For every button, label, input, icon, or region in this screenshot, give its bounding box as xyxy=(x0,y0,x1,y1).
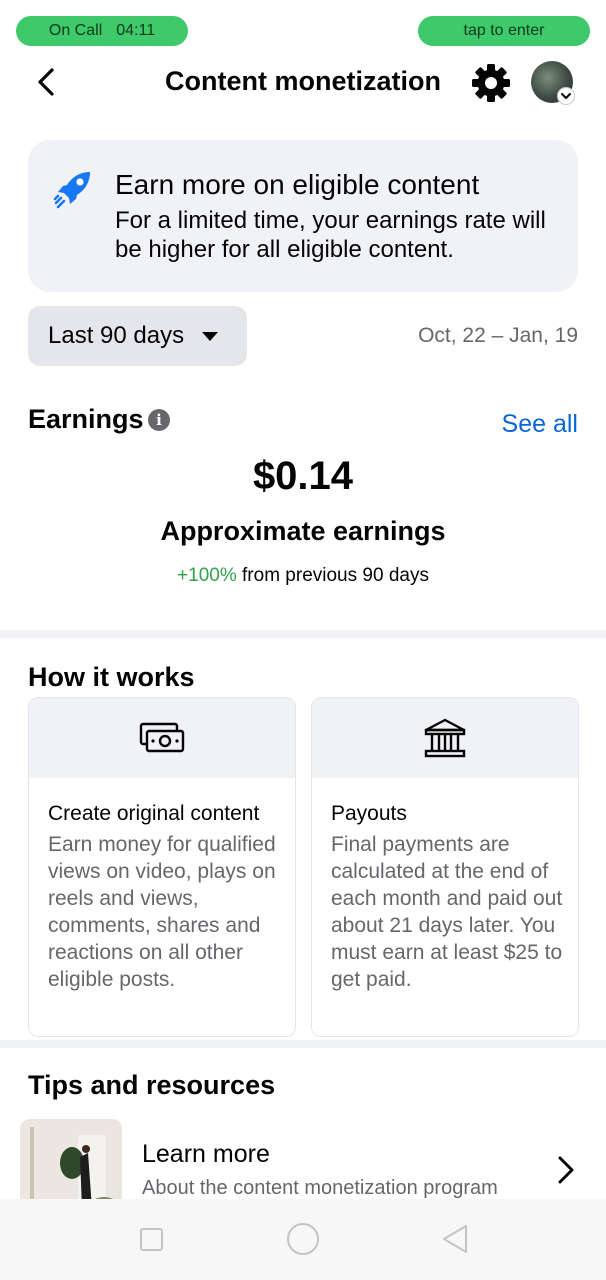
call-label: On Call xyxy=(48,22,103,39)
recents-button[interactable] xyxy=(140,1228,163,1251)
learn-more-thumbnail[interactable] xyxy=(20,1119,122,1209)
learn-more-title[interactable]: Learn more xyxy=(142,1140,270,1169)
card-title: Payouts xyxy=(331,802,407,825)
call-timer: 04:11 xyxy=(116,22,156,39)
create-content-card: Create original content Earn money for q… xyxy=(28,697,296,1037)
card-title: Create original content xyxy=(48,802,260,825)
rocket-icon xyxy=(53,172,90,209)
section-divider xyxy=(0,1040,606,1048)
earnings-change: +100% from previous 90 days xyxy=(0,565,606,587)
settings-button[interactable] xyxy=(470,62,512,104)
card-icon-area xyxy=(29,698,295,778)
how-it-works-heading: How it works xyxy=(28,662,195,692)
section-divider xyxy=(0,630,606,638)
tips-heading: Tips and resources xyxy=(28,1070,276,1100)
on-call-pill[interactable]: On Call 04:11 xyxy=(16,16,188,46)
earnings-label: Approximate earnings xyxy=(160,516,446,546)
earnings-change-percent: +100% xyxy=(177,565,237,586)
chevron-right-icon xyxy=(558,1156,574,1184)
earnings-heading: Earnings xyxy=(28,404,144,434)
promo-body: For a limited time, your earnings rate w… xyxy=(115,207,546,263)
card-body: Final payments are calculated at the end… xyxy=(331,833,563,991)
tap-to-enter-label: tap to enter xyxy=(463,22,545,39)
date-range-selected: Last 90 days xyxy=(48,322,185,349)
date-range-label: Oct, 22 – Jan, 19 xyxy=(418,324,578,347)
see-all-link[interactable]: See all xyxy=(502,410,578,439)
card-body: Earn money for qualified views on video,… xyxy=(48,833,276,991)
back-arrow-icon xyxy=(38,68,54,96)
bank-icon xyxy=(424,718,466,758)
learn-more-chevron[interactable] xyxy=(552,1152,580,1188)
payouts-card: Payouts Final payments are calculated at… xyxy=(311,697,579,1037)
date-range-dropdown[interactable]: Last 90 days xyxy=(28,306,247,366)
cash-icon xyxy=(139,722,185,753)
tap-to-enter-pill[interactable]: tap to enter xyxy=(418,16,590,46)
home-button[interactable] xyxy=(287,1223,319,1255)
profile-avatar[interactable] xyxy=(531,61,575,105)
thumbnail-image xyxy=(20,1119,122,1209)
earnings-amount: $0.14 xyxy=(252,454,354,498)
back-button[interactable] xyxy=(28,62,68,102)
page-title: Content monetization xyxy=(165,66,441,96)
top-app-bar: Content monetization xyxy=(0,56,606,108)
card-icon-area xyxy=(312,698,578,778)
gear-icon xyxy=(472,64,510,102)
system-nav-bar xyxy=(0,1199,606,1280)
earnings-change-suffix: from previous 90 days xyxy=(236,565,429,586)
chevron-down-icon xyxy=(561,93,571,99)
nav-back-icon[interactable] xyxy=(440,1223,470,1255)
promo-banner: Earn more on eligible content For a limi… xyxy=(28,140,578,292)
info-icon[interactable]: i xyxy=(148,409,170,431)
learn-more-subtitle: About the content monetization program xyxy=(142,1177,498,1199)
caret-down-icon xyxy=(202,331,219,341)
account-switcher-badge xyxy=(557,87,575,105)
promo-title: Earn more on eligible content xyxy=(115,169,480,200)
